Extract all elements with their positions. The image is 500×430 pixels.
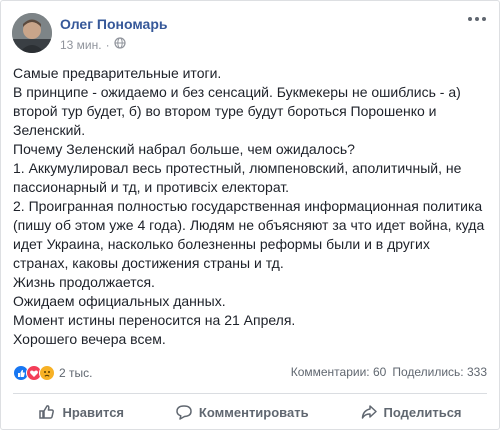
- post-line: Ожидаем официальных данных.: [13, 293, 226, 309]
- shares-count[interactable]: Поделились: 333: [392, 365, 487, 379]
- reaction-icons: [13, 365, 55, 381]
- post-meta: 13 мин. ·: [60, 37, 126, 52]
- post-line: В принципе - ожидаемо и без сенсаций. Бу…: [13, 84, 461, 100]
- more-options-icon[interactable]: [467, 11, 487, 27]
- like-label: Нравится: [62, 404, 125, 420]
- avatar[interactable]: [12, 13, 52, 53]
- author-name[interactable]: Олег Пономарь: [60, 16, 167, 32]
- post-time[interactable]: 13 мин.: [60, 38, 102, 52]
- share-button[interactable]: Поделиться: [360, 403, 462, 421]
- action-bar: Нравится Комментировать Поделиться: [13, 397, 487, 427]
- share-label: Поделиться: [383, 404, 462, 420]
- reactions-summary[interactable]: 2 тыс.: [13, 365, 92, 381]
- post-line: (пишу об этом уже 4 года). Людям не объя…: [13, 217, 485, 233]
- thumbs-up-icon: [38, 403, 56, 421]
- share-icon: [360, 403, 378, 421]
- post-line: пассионарный и тд, и противсіх електорат…: [13, 179, 290, 195]
- comment-button[interactable]: Комментировать: [175, 403, 309, 421]
- comment-label: Комментировать: [198, 404, 309, 420]
- post-line: второй тур будет, б) во втором туре буду…: [13, 103, 437, 119]
- post-stats: Комментарии: 60 Поделились: 333: [291, 365, 487, 379]
- post-line: Момент истины переносится на 21 Апреля.: [13, 312, 296, 328]
- post-line: Самые предварительные итоги.: [13, 65, 222, 81]
- post-line: Жизнь продолжается.: [13, 274, 155, 290]
- post-line: странах, каковы достижения страны и тд.: [13, 255, 284, 271]
- sad-reaction-icon: [39, 365, 55, 381]
- post-card: Олег Пономарь 13 мин. · Самые предварите…: [0, 0, 500, 430]
- post-text: Самые предварительные итоги. В принципе …: [13, 64, 485, 349]
- like-button[interactable]: Нравится: [38, 403, 124, 421]
- post-line: идет Украина, насколько болезненны рефор…: [13, 236, 430, 252]
- post-line: 2. Проигранная полностью государственная…: [13, 198, 483, 214]
- globe-icon[interactable]: [114, 37, 126, 52]
- comment-icon: [175, 403, 193, 421]
- reaction-count[interactable]: 2 тыс.: [59, 366, 92, 380]
- meta-separator: ·: [105, 37, 110, 52]
- post-line: Хорошего вечера всем.: [13, 331, 166, 347]
- divider: [13, 393, 487, 394]
- post-line: Зеленский.: [13, 122, 86, 138]
- post-line: Почему Зеленский набрал больше, чем ожид…: [13, 141, 355, 157]
- comments-count[interactable]: Комментарии: 60: [291, 365, 387, 379]
- post-line: 1. Аккумулировал весь протестный, люмпен…: [13, 160, 462, 176]
